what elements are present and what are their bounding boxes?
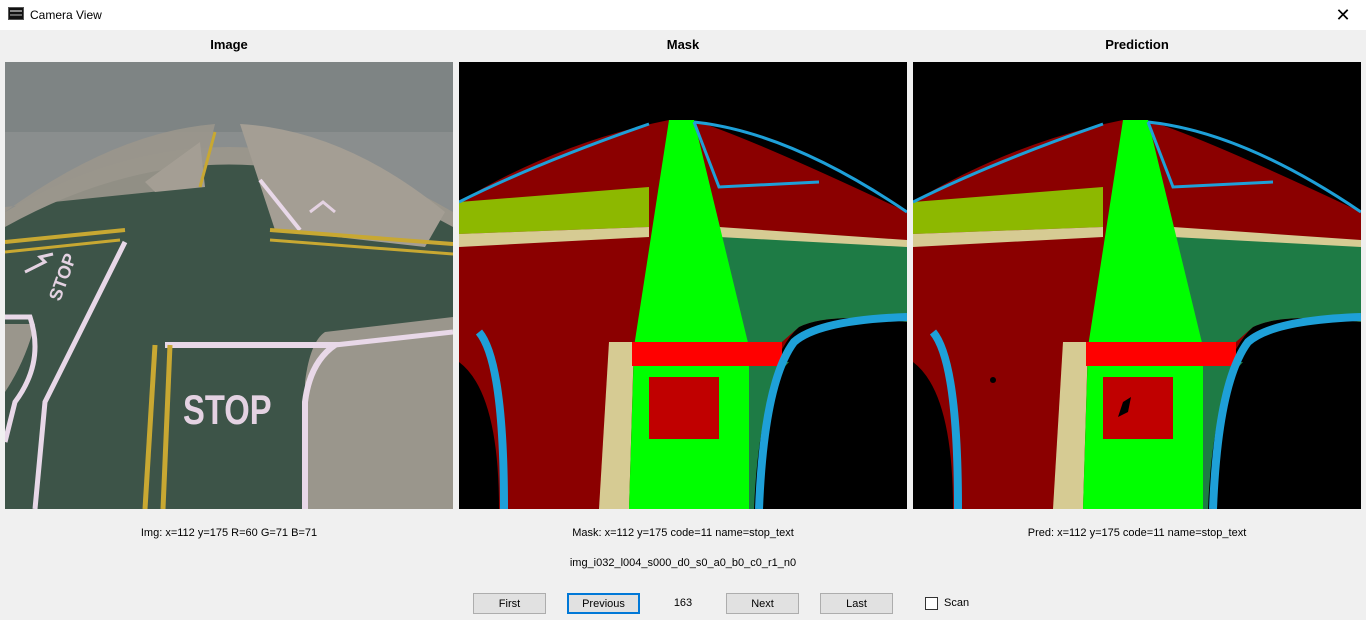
mask-info: Mask: x=112 y=175 code=11 name=stop_text bbox=[572, 527, 794, 539]
previous-button[interactable]: Previous bbox=[567, 593, 640, 614]
title-bar: Camera View ✕ bbox=[0, 0, 1366, 30]
camera-image[interactable]: STOP STOP bbox=[5, 62, 453, 509]
next-button[interactable]: Next bbox=[726, 593, 799, 614]
stop-road-marking: STOP bbox=[183, 386, 272, 433]
prediction-image[interactable] bbox=[913, 62, 1361, 509]
first-button[interactable]: First bbox=[473, 593, 546, 614]
prediction-image-canvas bbox=[913, 62, 1361, 509]
mask-image-canvas bbox=[459, 62, 907, 509]
image-panel-title: Image bbox=[210, 37, 248, 52]
mask-image[interactable] bbox=[459, 62, 907, 509]
image-counter: 163 bbox=[673, 597, 693, 609]
prediction-panel-title: Prediction bbox=[1105, 37, 1169, 52]
scan-label: Scan bbox=[944, 597, 970, 609]
scan-checkbox[interactable] bbox=[925, 597, 938, 610]
close-icon: ✕ bbox=[1335, 4, 1351, 25]
prediction-info: Pred: x=112 y=175 code=11 name=stop_text bbox=[1027, 527, 1247, 539]
last-button[interactable]: Last bbox=[820, 593, 893, 614]
camera-image-canvas: STOP STOP bbox=[5, 62, 453, 509]
app-icon bbox=[8, 7, 24, 20]
close-button[interactable]: ✕ bbox=[1320, 0, 1366, 30]
window-title: Camera View bbox=[30, 8, 102, 22]
mask-panel-title: Mask bbox=[666, 37, 700, 52]
image-info: Img: x=112 y=175 R=60 G=71 B=71 bbox=[140, 527, 318, 539]
filename-label: img_i032_l004_s000_d0_s0_a0_b0_c0_r1_n0 bbox=[569, 557, 797, 569]
